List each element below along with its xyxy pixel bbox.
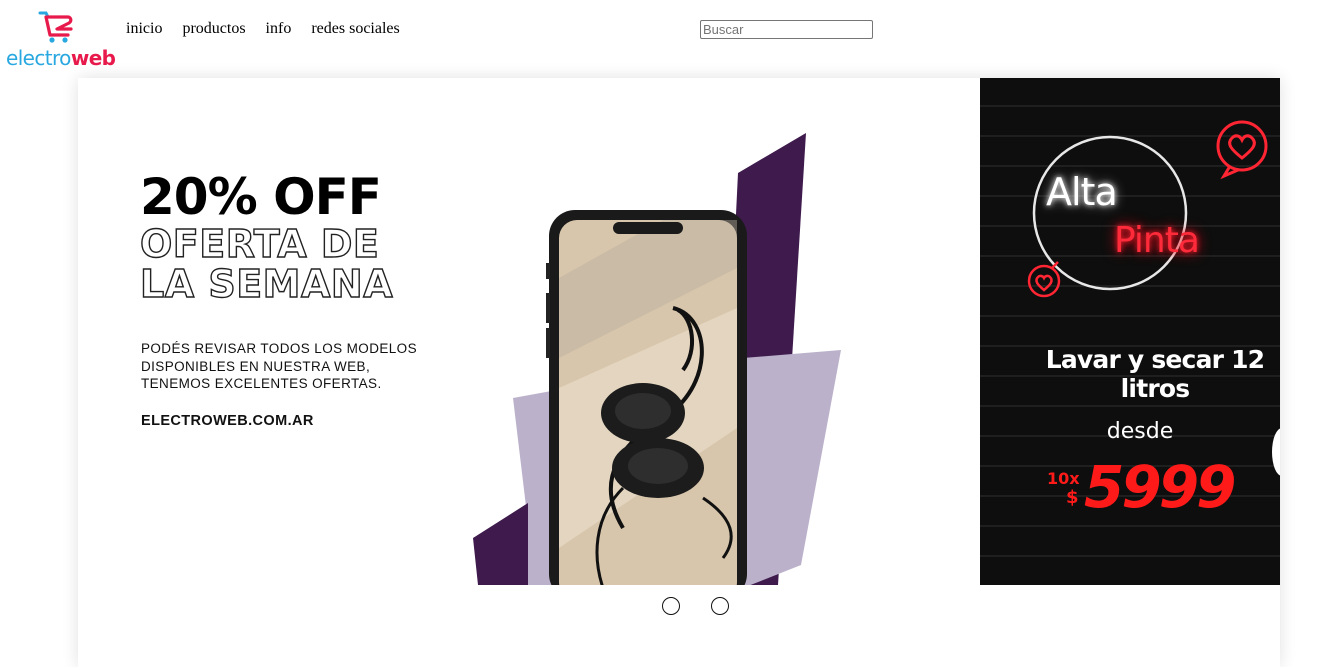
phone-with-headphones-image [473, 133, 841, 585]
slide-alta-pinta[interactable]: Alta Pinta Lavar y secar 12 litros desde… [980, 78, 1280, 585]
promo-headline: OFERTA DE LA SEMANA [139, 222, 394, 306]
brand-part-web: web [70, 46, 116, 70]
side-price: 5999 [1084, 453, 1236, 521]
side-installments: 10x [1047, 469, 1080, 488]
logo[interactable]: electroweb [6, 10, 116, 70]
side-from-label: desde [1106, 419, 1174, 444]
main-nav: inicio productos info redes sociales [126, 19, 420, 39]
promo-description: PODÉS REVISAR TODOS LOS MODELOS DISPONIB… [141, 341, 417, 391]
neon-text-pinta: Pinta [1114, 220, 1200, 261]
nav-link-productos[interactable]: productos [182, 19, 245, 39]
side-headline: Lavar y secar 12 litros [1045, 345, 1265, 403]
site-header: electroweb inicio productos info redes s… [0, 0, 1337, 72]
slide-weekly-offer[interactable]: 20% OFF OFERTA DE LA SEMANA PODÉS REVISA… [78, 78, 980, 585]
nav-link-redes-sociales[interactable]: redes sociales [311, 19, 399, 39]
shopping-cart-icon [38, 11, 73, 43]
nav-link-info[interactable]: info [266, 19, 292, 39]
side-currency: $ [1066, 487, 1079, 508]
carousel-indicator-2[interactable] [711, 597, 729, 615]
promo-carousel: 20% OFF OFERTA DE LA SEMANA PODÉS REVISA… [78, 78, 1280, 667]
neon-text-alta: Alta [1046, 170, 1118, 214]
search-input[interactable] [700, 20, 873, 39]
nav-link-inicio[interactable]: inicio [126, 19, 162, 39]
carousel-indicator-1[interactable] [662, 597, 680, 615]
carousel-indicators [662, 597, 742, 615]
brand-part-electro: electro [6, 46, 71, 70]
promo-headline-line2: LA SEMANA [139, 262, 394, 306]
brand-name: electroweb [6, 46, 116, 70]
promo-url: ELECTROWEB.COM.AR [141, 413, 314, 429]
promo-headline-line1: OFERTA DE [139, 222, 380, 266]
promo-discount: 20% OFF [140, 168, 382, 226]
